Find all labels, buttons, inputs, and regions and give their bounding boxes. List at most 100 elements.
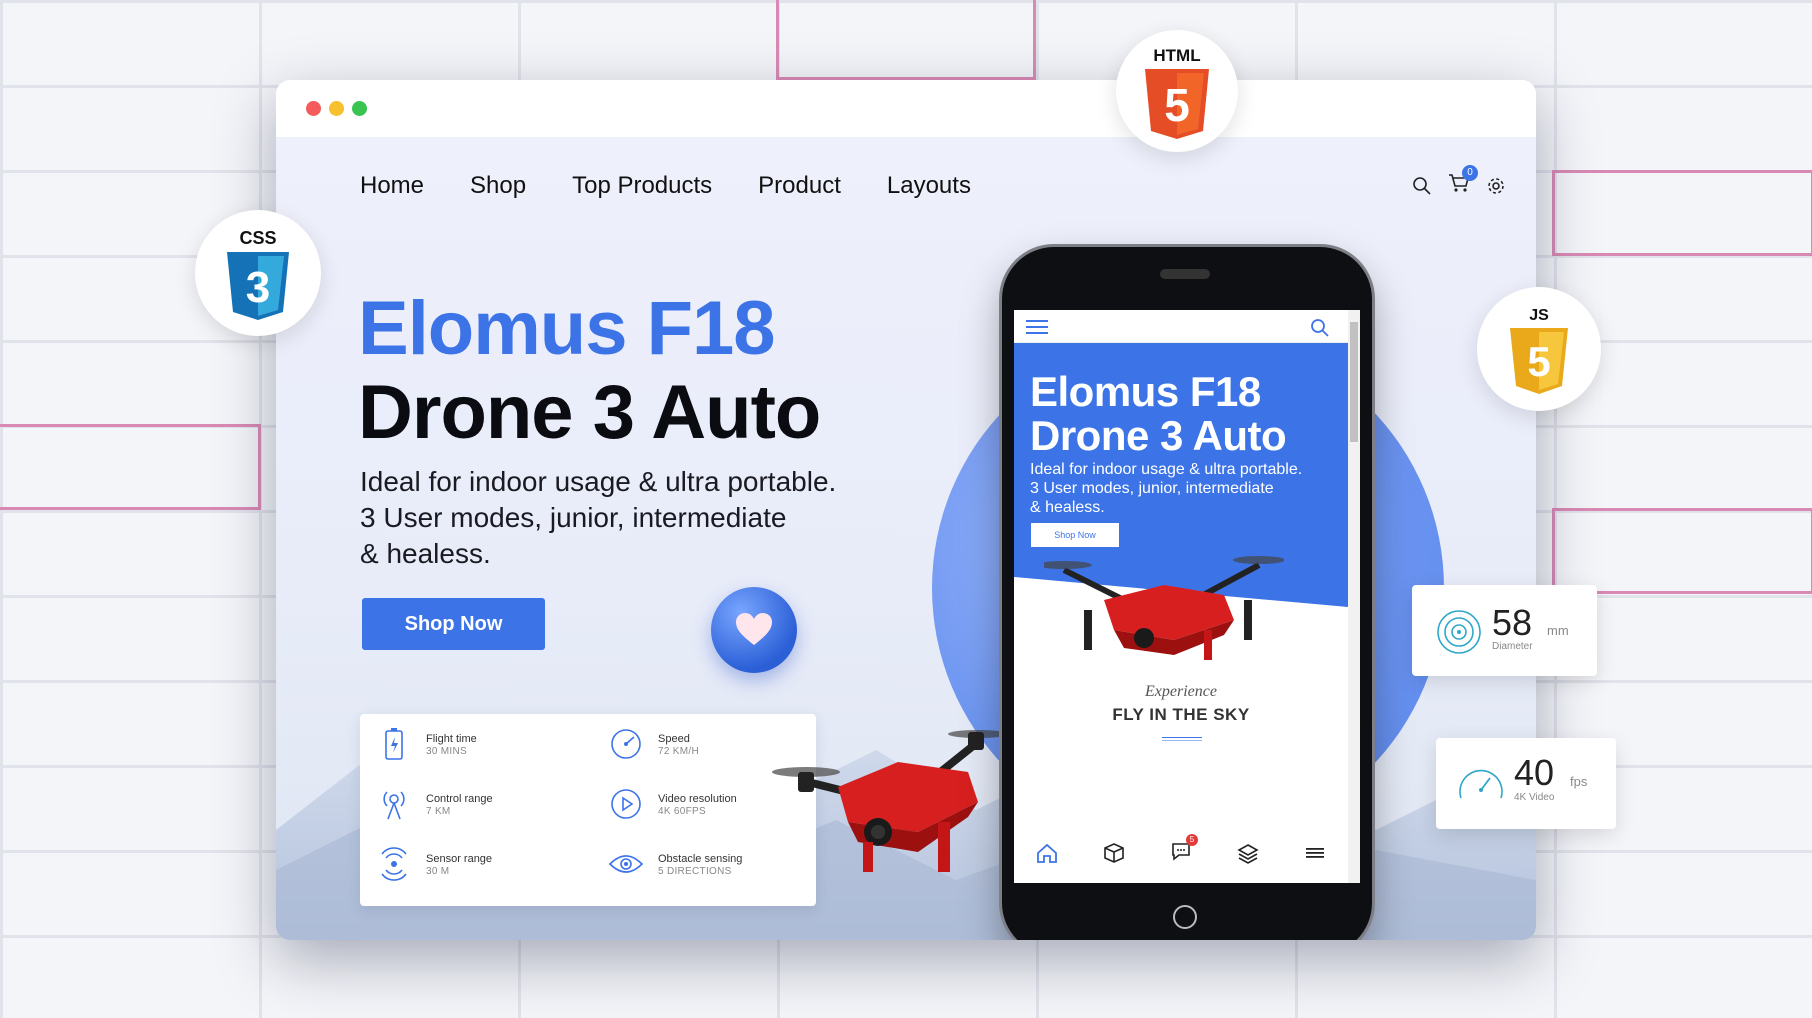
- mobile-title-line: Elomus F18: [1030, 368, 1261, 415]
- fps-stat-card: 40 fps 4K Video: [1436, 738, 1616, 829]
- html5-label: HTML: [1153, 46, 1200, 65]
- phone-home-button[interactable]: [1173, 905, 1197, 929]
- spec-label: Speed: [658, 732, 690, 745]
- mobile-shop-now-button[interactable]: Shop Now: [1031, 523, 1119, 547]
- css3-badge: CSS 3: [195, 210, 321, 336]
- html5-badge: HTML 5: [1116, 30, 1238, 152]
- hero-title: Elomus F18 Drone 3 Auto: [358, 286, 821, 455]
- html5-icon: HTML 5: [1145, 46, 1209, 139]
- spec-video-resolution: Video resolution 4K 60FPS: [608, 786, 737, 822]
- maximize-window-button[interactable]: [352, 101, 367, 116]
- spec-label: Control range: [426, 792, 493, 805]
- chat-badge: 5: [1185, 833, 1198, 846]
- js-label: JS: [1529, 307, 1549, 324]
- js-number: 5: [1527, 338, 1550, 385]
- stat-unit: fps: [1570, 774, 1588, 789]
- stat-unit: mm: [1547, 623, 1569, 638]
- css3-label: CSS: [239, 228, 276, 248]
- minimize-window-button[interactable]: [329, 101, 344, 116]
- hero-desc-line: 3 User modes, junior, intermediate: [360, 502, 787, 533]
- stat-label: Diameter: [1492, 641, 1533, 652]
- mobile-hero-description: Ideal for indoor usage & ultra portable.…: [1030, 460, 1330, 517]
- mobile-scrollbar[interactable]: [1348, 310, 1360, 883]
- spec-flight-time: Flight time 30 MINS: [376, 726, 477, 762]
- speedometer-icon: [611, 729, 641, 759]
- mobile-experience-text: Experience: [1145, 683, 1217, 700]
- nav-top-products[interactable]: Top Products: [572, 172, 712, 200]
- chat-tab[interactable]: 5: [1170, 833, 1198, 867]
- close-window-button[interactable]: [306, 101, 321, 116]
- spec-sensor-range: Sensor range 30 M: [376, 846, 492, 882]
- heart-icon: [736, 613, 772, 645]
- phone-speaker: [1160, 269, 1210, 279]
- stat-number: 40: [1514, 752, 1555, 793]
- spec-label: Video resolution: [658, 792, 737, 805]
- home-icon[interactable]: [1036, 842, 1058, 864]
- mobile-tagline: FLY IN THE SKY: [1112, 705, 1250, 724]
- shop-now-button[interactable]: Shop Now: [362, 598, 545, 650]
- scrollbar-thumb[interactable]: [1350, 322, 1358, 442]
- spec-label: Sensor range: [426, 852, 493, 865]
- menu-icon[interactable]: [1026, 320, 1048, 334]
- stat-label: 4K Video: [1514, 792, 1555, 803]
- hamburger-icon[interactable]: [1304, 842, 1326, 864]
- nav-icons: 0: [1412, 165, 1506, 198]
- mobile-search-icon[interactable]: [1310, 318, 1330, 338]
- hero-desc-line: & healess.: [360, 538, 491, 569]
- mobile-desc-line: & healess.: [1030, 499, 1105, 516]
- nav-product[interactable]: Product: [758, 172, 841, 200]
- spec-label: Obstacle sensing: [658, 852, 743, 865]
- html5-number: 5: [1164, 79, 1190, 131]
- spec-value: 7 KM: [426, 805, 451, 817]
- mobile-desc-line: Ideal for indoor usage & ultra portable.: [1030, 461, 1303, 478]
- window-titlebar: [276, 80, 1536, 137]
- gauge-icon: [1459, 769, 1503, 799]
- spec-speed: Speed 72 KM/H: [608, 726, 699, 762]
- spec-obstacle-sensing: Obstacle sensing 5 DIRECTIONS: [608, 846, 742, 882]
- js-badge: JS 5: [1477, 287, 1601, 411]
- layers-icon[interactable]: [1237, 842, 1259, 864]
- play-icon: [611, 789, 641, 819]
- css3-number: 3: [246, 263, 270, 312]
- nav-home[interactable]: Home: [360, 172, 424, 200]
- diameter-stat-card: 58 mm Diameter: [1412, 585, 1597, 676]
- cart-count-badge: 0: [1462, 165, 1478, 181]
- nav-shop[interactable]: Shop: [470, 172, 526, 200]
- spec-label: Flight time: [426, 732, 477, 745]
- mobile-desc-line: 3 User modes, junior, intermediate: [1030, 480, 1274, 497]
- target-icon: [1437, 610, 1481, 654]
- spec-value: 72 KM/H: [658, 745, 700, 757]
- phone-mockup: Elomus F18 Drone 3 Auto Ideal for indoor…: [1002, 247, 1372, 940]
- browser-window: Home Shop Top Products Product Layouts 0: [276, 80, 1536, 940]
- decor-frame: [776, 0, 1036, 80]
- decor-frame: [1552, 508, 1812, 594]
- battery-icon: [385, 728, 403, 760]
- decor-frame: [1552, 170, 1812, 256]
- cart-button[interactable]: 0: [1448, 165, 1478, 198]
- mobile-divider: [1162, 737, 1202, 741]
- main-nav: Home Shop Top Products Product Layouts: [360, 172, 971, 200]
- spec-card: Flight time 30 MINS Speed 72 KM/H Control …: [360, 714, 816, 906]
- mobile-title-line: Drone 3 Auto: [1030, 412, 1287, 459]
- heart-bubble: [711, 587, 797, 673]
- css3-icon: CSS 3: [227, 228, 289, 320]
- nav-layouts[interactable]: Layouts: [887, 172, 971, 200]
- phone-screen: Elomus F18 Drone 3 Auto Ideal for indoor…: [1014, 310, 1360, 883]
- gear-icon[interactable]: [1486, 176, 1506, 196]
- mobile-header: [1014, 310, 1360, 343]
- antenna-icon: [383, 791, 405, 820]
- sensor-icon: [381, 847, 407, 881]
- spec-value: 4K 60FPS: [658, 805, 706, 817]
- hero-title-line2: Drone 3 Auto: [358, 370, 821, 455]
- hero-title-line1: Elomus F18: [358, 286, 776, 371]
- spec-value: 30 M: [426, 865, 450, 877]
- spec-value: 30 MINS: [426, 745, 468, 757]
- drone-image: [772, 730, 1008, 872]
- js-icon: JS 5: [1510, 307, 1568, 394]
- search-icon[interactable]: [1412, 176, 1432, 196]
- hero-desc-line: Ideal for indoor usage & ultra portable.: [360, 466, 837, 497]
- mobile-tab-bar: 5: [1014, 823, 1348, 883]
- box-icon[interactable]: [1103, 842, 1125, 864]
- page-content: Home Shop Top Products Product Layouts 0: [276, 137, 1536, 940]
- spec-value: 5 DIRECTIONS: [658, 865, 732, 877]
